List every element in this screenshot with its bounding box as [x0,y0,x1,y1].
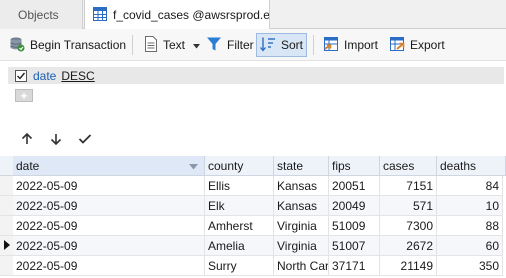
column-header-label: date [16,158,40,173]
import-button-label: Import [344,38,379,52]
move-up-button[interactable] [17,130,37,150]
table-cell[interactable]: 2022-05-09 [13,256,205,276]
filter-button-label: Filter [227,38,254,52]
table-cell[interactable]: 20051 [329,176,380,196]
toolbar-divider [132,35,133,55]
row-indicator[interactable] [0,176,13,196]
apply-sort-button[interactable] [75,130,95,150]
table-cell[interactable]: 350 [437,256,503,276]
tab-table-label: f_covid_cases @awsrsprod.ext ... [113,8,269,22]
export-icon [389,36,405,55]
column-header-state[interactable]: state [274,156,329,176]
table-cell[interactable]: 2022-05-09 [13,196,205,216]
table-cell[interactable]: 2022-05-09 [13,176,205,196]
table-cell[interactable]: Virginia [274,216,329,236]
column-header-label: county [208,158,244,173]
table-cell[interactable]: Surry [205,256,274,276]
table-cell[interactable]: 2672 [380,236,437,256]
column-header-deaths[interactable]: deaths [437,156,506,176]
toolbar-divider [313,35,314,55]
current-row-icon [3,239,10,253]
database-icon [9,36,25,55]
table-icon [93,6,107,24]
table-cell[interactable]: Virginia [274,236,329,256]
arrow-up-icon [21,132,33,148]
table-cell[interactable]: 60 [437,236,503,256]
sort-icon [260,36,276,55]
column-header-fips[interactable]: fips [329,156,380,176]
add-sort-button[interactable]: + [15,89,33,102]
column-header-county[interactable]: county [205,156,274,176]
row-indicator[interactable] [0,236,13,256]
column-header-label: deaths [440,158,477,173]
arrow-down-icon [50,133,62,148]
sort-condition-row: date DESC [8,67,504,84]
chevron-down-icon [193,38,201,52]
sort-direction-link[interactable]: DESC [61,69,94,83]
filter-icon [206,36,222,55]
tab-objects-label: Objects [18,7,59,22]
table-cell[interactable]: 7300 [380,216,437,236]
sort-descending-icon [189,159,198,173]
column-header-label: state [277,158,304,173]
filter-button[interactable]: Filter [203,33,257,57]
table-cell[interactable]: 51009 [329,216,380,236]
column-header-label: cases [383,158,415,173]
table-cell[interactable]: Amherst [205,216,274,236]
sort-enabled-checkbox[interactable] [15,69,27,82]
sort-field-link[interactable]: date [33,69,56,83]
text-button[interactable]: Text [141,33,203,57]
column-header-label: fips [332,158,351,173]
table-cell[interactable]: 88 [437,216,503,236]
column-header-cases[interactable]: cases [380,156,437,176]
table-cell[interactable]: 84 [437,176,503,196]
import-button[interactable]: Import [320,33,381,57]
table-cell[interactable]: 2022-05-09 [13,216,205,236]
grid-corner [0,156,13,176]
document-icon [144,35,158,55]
table-cell[interactable]: 7151 [380,176,437,196]
table-cell[interactable]: 2022-05-09 [13,236,205,256]
plus-icon: + [20,88,28,103]
tab-table[interactable]: f_covid_cases @awsrsprod.ext ... [84,0,270,30]
sort-navigation-bar [0,128,506,152]
checkmark-icon [78,133,92,148]
begin-transaction-label: Begin Transaction [30,38,127,52]
row-indicator[interactable] [0,256,13,276]
table-cell[interactable]: Ellis [205,176,274,196]
sort-button[interactable]: Sort [256,33,308,57]
tab-bar: Objects f_covid_cases @awsrsprod.ext ... [0,0,506,30]
table-cell[interactable]: Elk [205,196,274,216]
text-button-label: Text [163,38,186,52]
table-cell[interactable]: 37171 [329,256,380,276]
table-cell[interactable]: 571 [380,196,437,216]
table-cell[interactable]: 21149 [380,256,437,276]
column-header-date[interactable]: date [13,156,205,176]
sort-button-label: Sort [281,38,304,52]
move-down-button[interactable] [46,130,66,150]
row-indicator[interactable] [0,216,13,236]
table-cell[interactable]: North Car [274,256,329,276]
table-cell[interactable]: 51007 [329,236,380,256]
row-indicator[interactable] [0,196,13,216]
table-cell[interactable]: Kansas [274,196,329,216]
table-cell[interactable]: 20049 [329,196,380,216]
tab-objects[interactable]: Objects [0,0,83,29]
export-button-label: Export [410,38,445,52]
begin-transaction-button[interactable]: Begin Transaction [6,33,129,57]
toolbar: Begin Transaction Text Filter Sort Impor… [0,29,506,61]
table-cell[interactable]: Kansas [274,176,329,196]
table-cell[interactable]: 10 [437,196,503,216]
table-cell[interactable]: Amelia [205,236,274,256]
import-icon [323,36,339,55]
export-button[interactable]: Export [386,33,448,57]
